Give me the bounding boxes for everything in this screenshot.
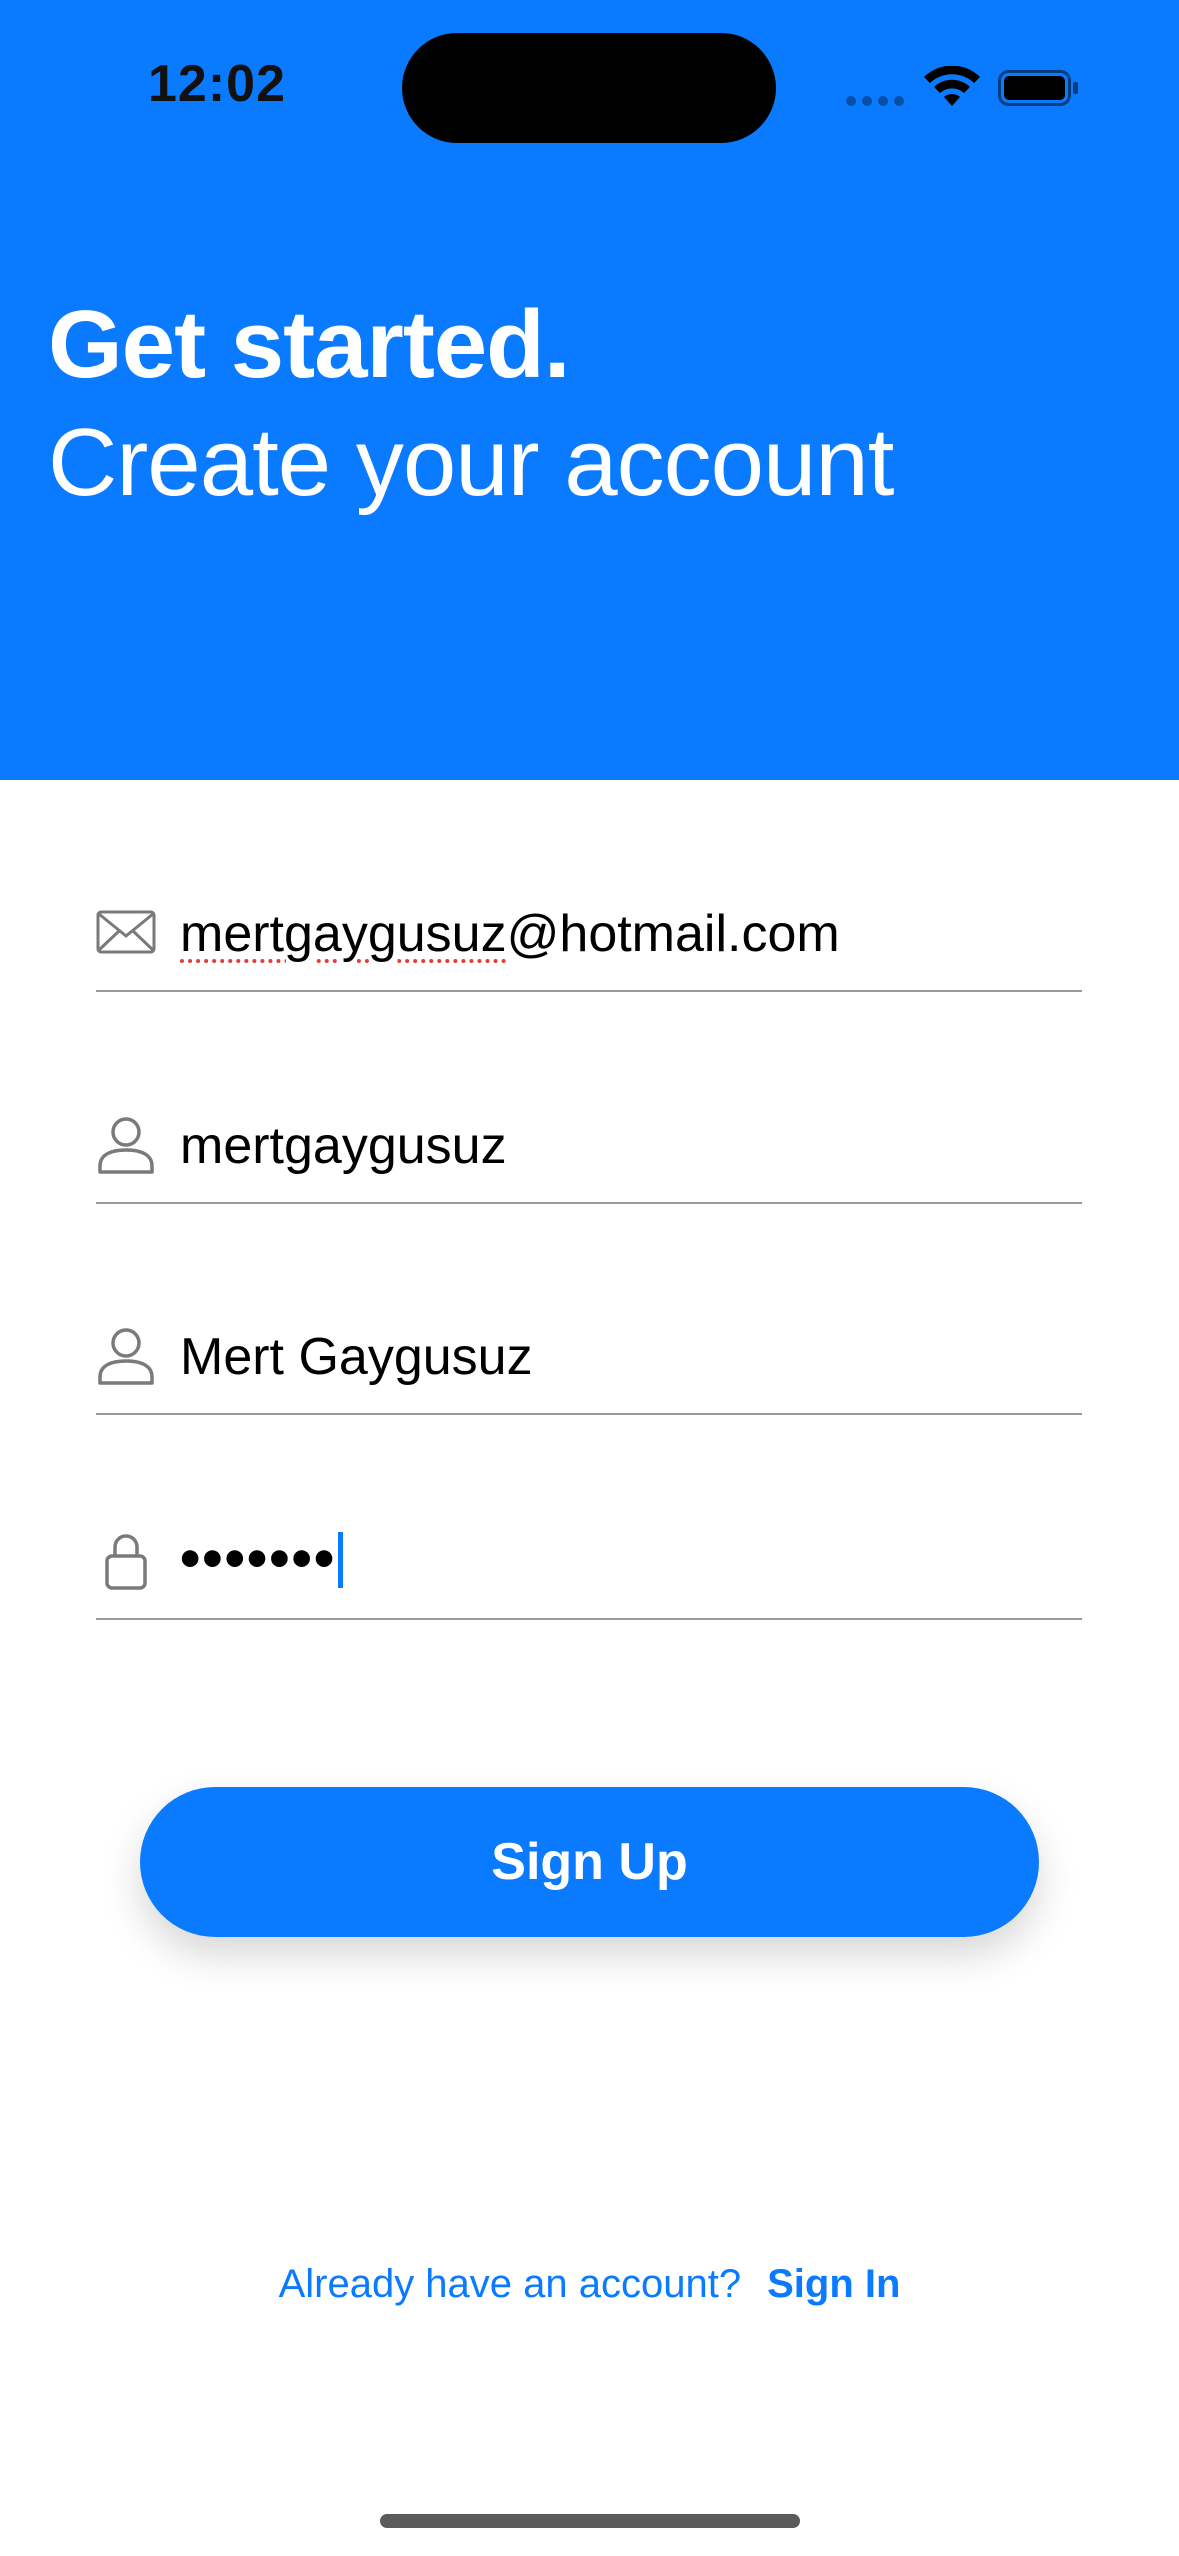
- sign-up-button[interactable]: Sign Up: [140, 1787, 1039, 1937]
- status-bar: 12:02: [0, 0, 1179, 170]
- sign-in-prompt: Already have an account? Sign In: [0, 2262, 1179, 2307]
- page-subtitle: Create your account: [48, 409, 894, 516]
- sign-in-link[interactable]: Sign In: [767, 2262, 900, 2307]
- signup-screen: 12:02 Get started. Create your account m…: [0, 0, 1179, 2556]
- person-icon: [98, 1117, 154, 1174]
- email-misspelled-part: mertgaygusuz: [180, 905, 507, 963]
- email-field[interactable]: mertgaygusuz@hotmail.com: [96, 892, 1082, 992]
- status-time: 12:02: [148, 55, 286, 113]
- already-have-account-text: Already have an account?: [278, 2262, 742, 2306]
- home-indicator[interactable]: [380, 2514, 800, 2528]
- username-value: mertgaygusuz: [180, 1117, 507, 1175]
- full-name-value: Mert Gaygusuz: [180, 1328, 533, 1386]
- battery-icon: [998, 70, 1078, 106]
- envelope-icon: [96, 910, 156, 954]
- full-name-field[interactable]: Mert Gaygusuz: [96, 1315, 1082, 1415]
- username-field[interactable]: mertgaygusuz: [96, 1104, 1082, 1204]
- page-title: Get started.: [48, 291, 570, 398]
- email-domain-part: @hotmail.com: [506, 905, 840, 963]
- password-field[interactable]: •••••••: [96, 1520, 1082, 1620]
- wifi-icon: [924, 66, 980, 106]
- text-caret: [338, 1532, 344, 1589]
- password-value: •••••••: [180, 1525, 344, 1592]
- password-dots: •••••••: [180, 1526, 337, 1591]
- header: 12:02 Get started. Create your account: [0, 0, 1179, 780]
- lock-icon: [105, 1534, 147, 1590]
- email-value: mertgaygusuz@hotmail.com: [180, 904, 840, 964]
- person-icon: [98, 1328, 154, 1385]
- dynamic-island: [402, 33, 776, 143]
- cellular-signal-icon: [846, 96, 904, 106]
